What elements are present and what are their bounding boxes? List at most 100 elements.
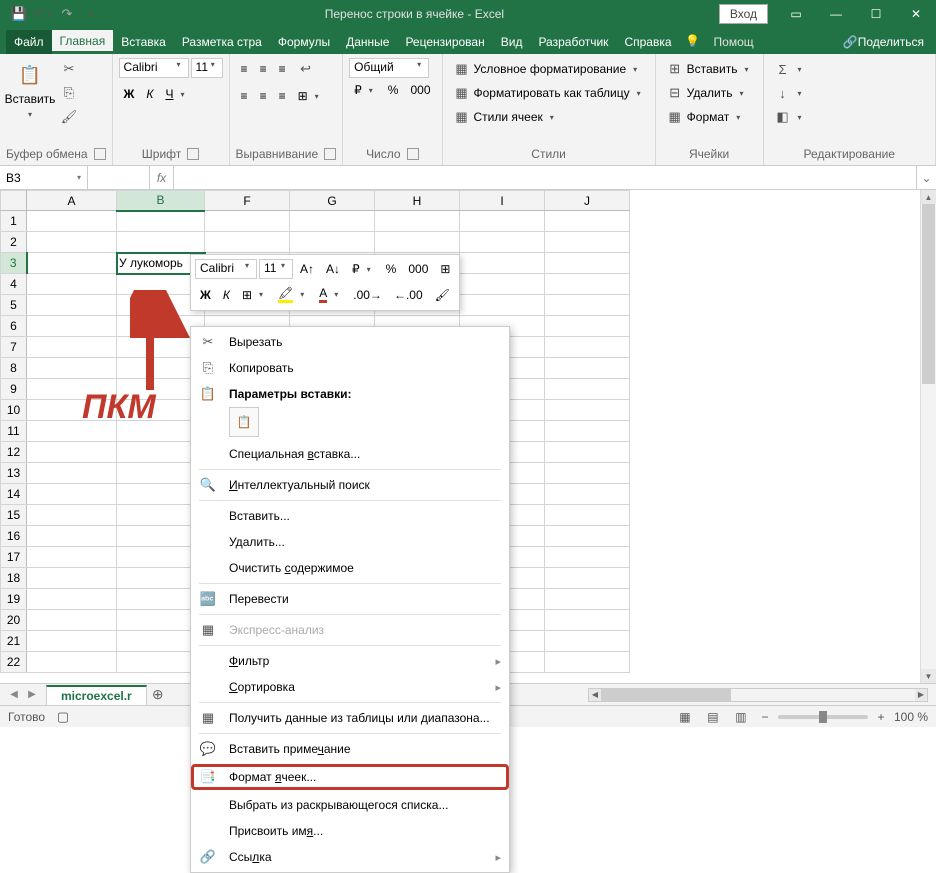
ctx-format-cells[interactable]: 📑Формат ячеек... bbox=[191, 764, 509, 790]
ribbon-options-button[interactable]: ▭ bbox=[776, 0, 816, 28]
cell-J18[interactable] bbox=[545, 568, 630, 589]
cell-A5[interactable] bbox=[27, 295, 117, 316]
currency-button[interactable]: ₽▾ bbox=[349, 80, 381, 100]
share-button[interactable]: 🔗 Поделиться bbox=[835, 30, 932, 54]
col-header-B[interactable]: B bbox=[117, 191, 205, 211]
cell-J14[interactable] bbox=[545, 484, 630, 505]
row-header-4[interactable]: 4 bbox=[1, 274, 27, 295]
ctx-paste-special[interactable]: Специальная вставка... bbox=[191, 441, 509, 467]
cell-F1[interactable] bbox=[205, 211, 290, 232]
cell-J8[interactable] bbox=[545, 358, 630, 379]
row-header-22[interactable]: 22 bbox=[1, 652, 27, 673]
tab-review[interactable]: Рецензирован bbox=[397, 30, 492, 54]
minimize-button[interactable]: — bbox=[816, 0, 856, 28]
tab-formulas[interactable]: Формулы bbox=[270, 30, 338, 54]
align-left-button[interactable]: ≡ bbox=[236, 86, 253, 106]
cell-A15[interactable] bbox=[27, 505, 117, 526]
tab-file[interactable]: Файл bbox=[6, 30, 52, 54]
mini-bold[interactable]: Ж bbox=[195, 283, 216, 306]
cell-A4[interactable] bbox=[27, 274, 117, 295]
cell-J10[interactable] bbox=[545, 400, 630, 421]
redo-button[interactable]: ↷ bbox=[56, 3, 78, 25]
mini-font-color[interactable]: A▾ bbox=[314, 283, 346, 306]
vertical-scrollbar[interactable]: ▲ ▼ bbox=[920, 190, 936, 683]
ctx-clear[interactable]: Очистить содержимое bbox=[191, 555, 509, 581]
ctx-delete[interactable]: Удалить... bbox=[191, 529, 509, 555]
close-button[interactable]: ✕ bbox=[896, 0, 936, 28]
row-header-20[interactable]: 20 bbox=[1, 610, 27, 631]
cell-A18[interactable] bbox=[27, 568, 117, 589]
cell-J3[interactable] bbox=[545, 253, 630, 274]
ctx-get-data[interactable]: ▦Получить данные из таблицы или диапазон… bbox=[191, 705, 509, 731]
cell-J16[interactable] bbox=[545, 526, 630, 547]
row-header-16[interactable]: 16 bbox=[1, 526, 27, 547]
cell-J20[interactable] bbox=[545, 610, 630, 631]
cell-B2[interactable] bbox=[117, 232, 205, 253]
underline-button[interactable]: Ч▾ bbox=[160, 84, 192, 104]
mini-fill-color[interactable]: 🖍▾ bbox=[273, 283, 312, 306]
row-header-10[interactable]: 10 bbox=[1, 400, 27, 421]
col-header-H[interactable]: H bbox=[375, 191, 460, 211]
cell-J7[interactable] bbox=[545, 337, 630, 358]
cell-B1[interactable] bbox=[117, 211, 205, 232]
cell-A21[interactable] bbox=[27, 631, 117, 652]
font-launcher[interactable] bbox=[187, 148, 199, 160]
mini-inc-decimal[interactable]: .00→ bbox=[348, 283, 387, 306]
sheet-nav-prev[interactable]: ◀ bbox=[6, 687, 22, 703]
cell-A16[interactable] bbox=[27, 526, 117, 547]
cell-J9[interactable] bbox=[545, 379, 630, 400]
number-launcher[interactable] bbox=[407, 148, 419, 160]
tab-insert[interactable]: Вставка bbox=[113, 30, 174, 54]
row-header-5[interactable]: 5 bbox=[1, 295, 27, 316]
login-button[interactable]: Вход bbox=[719, 4, 768, 24]
autosum-button[interactable]: Σ▾ bbox=[770, 58, 810, 80]
copy-button[interactable]: ⎘ bbox=[56, 82, 82, 104]
tell-me-label[interactable]: Помощ bbox=[706, 30, 762, 54]
col-header-G[interactable]: G bbox=[290, 191, 375, 211]
ctx-sort[interactable]: Сортировка▸ bbox=[191, 674, 509, 700]
clipboard-launcher[interactable] bbox=[94, 148, 106, 160]
row-header-11[interactable]: 11 bbox=[1, 421, 27, 442]
thousands-button[interactable]: 000 bbox=[405, 80, 435, 100]
cell-A2[interactable] bbox=[27, 232, 117, 253]
cell-A12[interactable] bbox=[27, 442, 117, 463]
tab-help[interactable]: Справка bbox=[616, 30, 679, 54]
cell-H1[interactable] bbox=[375, 211, 460, 232]
row-header-13[interactable]: 13 bbox=[1, 463, 27, 484]
maximize-button[interactable]: ☐ bbox=[856, 0, 896, 28]
mini-dec-decimal[interactable]: ←.00 bbox=[389, 283, 428, 306]
alignment-launcher[interactable] bbox=[324, 148, 336, 160]
ctx-insert[interactable]: Вставить... bbox=[191, 503, 509, 529]
tell-me-icon[interactable]: 💡 bbox=[680, 28, 706, 54]
mini-merge[interactable]: ⊞ bbox=[435, 259, 455, 279]
qat-customize[interactable]: ▾ bbox=[80, 3, 102, 25]
cell-J5[interactable] bbox=[545, 295, 630, 316]
tab-layout[interactable]: Разметка стра bbox=[174, 30, 270, 54]
formula-expand-button[interactable]: ⌄ bbox=[916, 166, 936, 189]
delete-cells-button[interactable]: ⊟Удалить▾ bbox=[662, 82, 752, 104]
cell-J17[interactable] bbox=[545, 547, 630, 568]
view-normal-button[interactable]: ▦ bbox=[674, 708, 696, 726]
cell-J11[interactable] bbox=[545, 421, 630, 442]
cell-A1[interactable] bbox=[27, 211, 117, 232]
ctx-insert-comment[interactable]: 💬Вставить примечание bbox=[191, 736, 509, 762]
zoom-out-button[interactable]: − bbox=[758, 710, 772, 724]
save-button[interactable]: 💾 bbox=[8, 3, 30, 25]
cell-A17[interactable] bbox=[27, 547, 117, 568]
align-top-button[interactable]: ≡ bbox=[236, 58, 253, 80]
macro-record-icon[interactable]: ▢ bbox=[55, 709, 71, 725]
ctx-pick-dropdown[interactable]: Выбрать из раскрывающегося списка... bbox=[191, 792, 509, 818]
cell-I4[interactable] bbox=[460, 274, 545, 295]
mini-italic[interactable]: К bbox=[218, 283, 235, 306]
ctx-filter[interactable]: Фильтр▸ bbox=[191, 648, 509, 674]
cell-A19[interactable] bbox=[27, 589, 117, 610]
cell-I1[interactable] bbox=[460, 211, 545, 232]
cut-button[interactable]: ✂ bbox=[56, 58, 82, 80]
hscroll-thumb[interactable] bbox=[601, 689, 731, 701]
cell-J6[interactable] bbox=[545, 316, 630, 337]
cell-A13[interactable] bbox=[27, 463, 117, 484]
mini-border[interactable]: ⊞▾ bbox=[237, 283, 271, 306]
cell-I5[interactable] bbox=[460, 295, 545, 316]
cell-J1[interactable] bbox=[545, 211, 630, 232]
cell-A3[interactable] bbox=[27, 253, 117, 274]
